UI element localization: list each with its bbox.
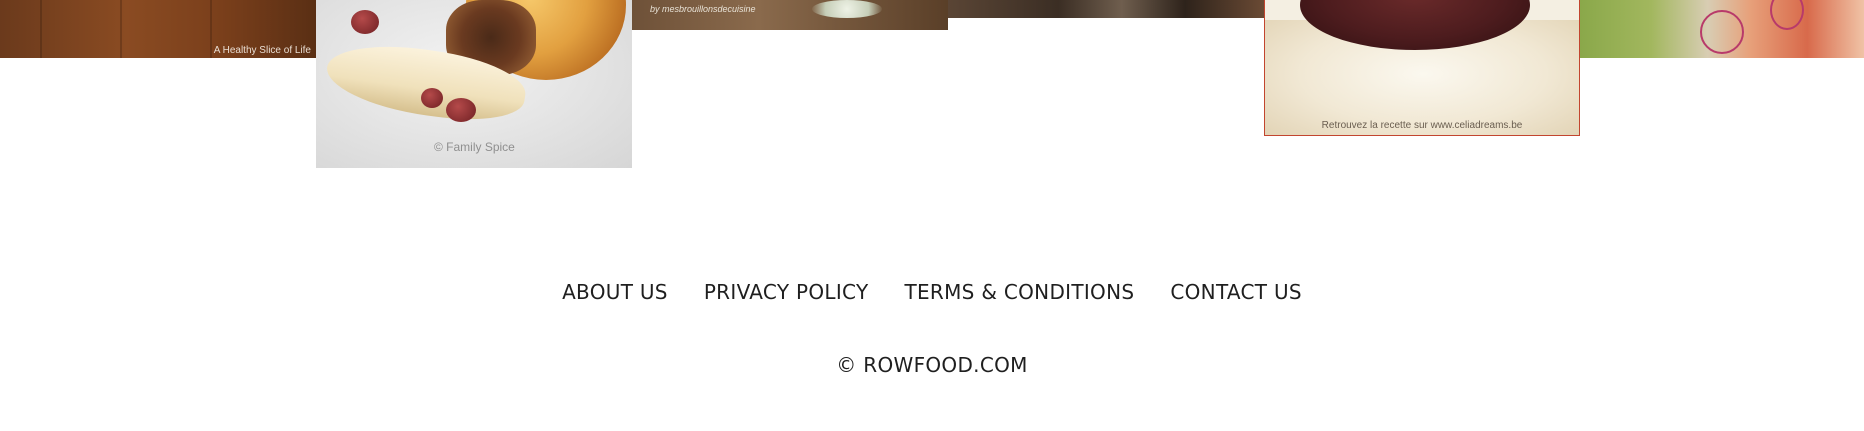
footer-link-privacy-policy[interactable]: PRIVACY POLICY — [686, 280, 887, 304]
onion-ring-shape — [1770, 0, 1804, 30]
footer-link-terms-conditions[interactable]: TERMS & CONDITIONS — [886, 280, 1152, 304]
wood-grain — [120, 0, 122, 58]
footer-nav: ABOUT US PRIVACY POLICY TERMS & CONDITIO… — [0, 280, 1864, 304]
image-watermark: © Family Spice — [434, 140, 515, 154]
image-watermark: by mesbrouillonsdecuisine — [650, 4, 756, 14]
copyright-text: © ROWFOOD.COM — [836, 353, 1028, 377]
gallery-image-salmon-toast[interactable] — [1580, 0, 1864, 58]
gallery-image-board[interactable] — [948, 0, 1264, 18]
onion-ring-shape — [1700, 10, 1744, 54]
cranberry-shape — [421, 88, 443, 108]
gallery-image-flowers[interactable]: by mesbrouillonsdecuisine — [632, 0, 948, 30]
cranberry-shape — [446, 98, 476, 122]
image-watermark: Retrouvez la recette sur www.celiadreams… — [1321, 120, 1523, 131]
wood-grain — [40, 0, 42, 58]
footer-link-contact-us[interactable]: CONTACT US — [1152, 280, 1320, 304]
gallery-image-healthy-slice[interactable]: A Healthy Slice of Life — [0, 0, 316, 58]
footer-link-about-us[interactable]: ABOUT US — [544, 280, 686, 304]
image-watermark: A Healthy Slice of Life — [213, 45, 311, 56]
cranberry-shape — [351, 10, 379, 34]
wood-grain — [210, 0, 212, 58]
gallery-image-baked-apple[interactable]: © Family Spice — [316, 0, 632, 168]
gallery-image-lentils[interactable]: Retrouvez la recette sur www.celiadreams… — [1264, 0, 1580, 136]
flower-shape — [812, 0, 882, 18]
